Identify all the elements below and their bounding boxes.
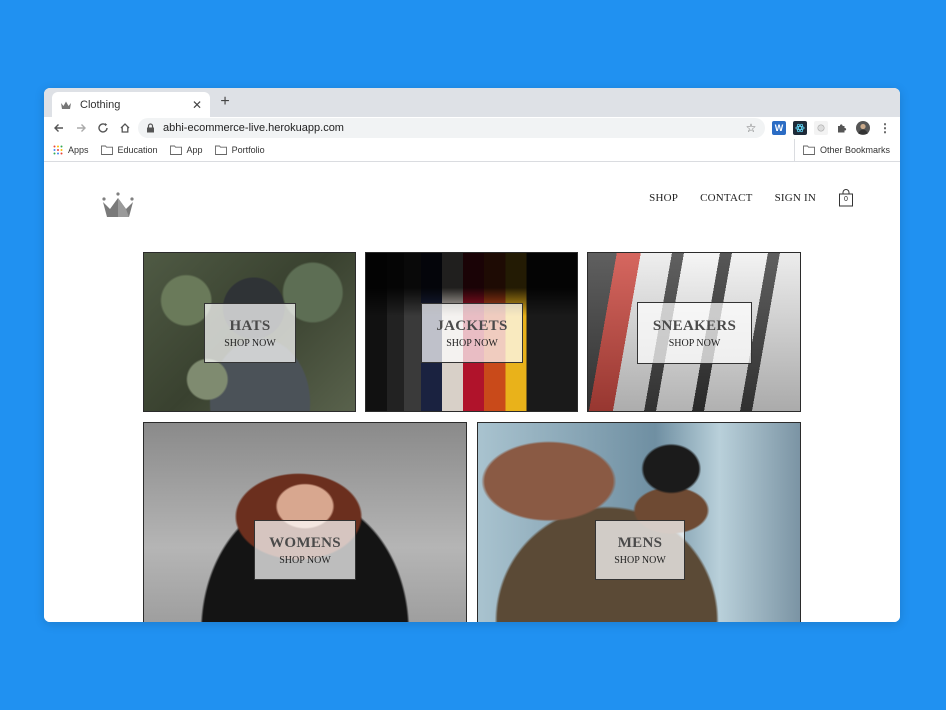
cart-count: 0: [844, 196, 848, 203]
category-title: JACKETS: [436, 317, 508, 334]
bookmark-label: Education: [117, 145, 158, 155]
home-icon[interactable]: [114, 117, 136, 139]
bookmark-portfolio[interactable]: Portfolio: [214, 145, 265, 155]
extension-icon[interactable]: [814, 121, 828, 135]
other-bookmarks[interactable]: Other Bookmarks: [793, 139, 890, 161]
category-tile-womens[interactable]: WOMENS SHOP NOW: [143, 422, 467, 622]
folder-icon: [214, 145, 227, 155]
address-bar[interactable]: abhi-ecommerce-live.herokuapp.com ☆: [138, 118, 765, 138]
shop-now-link[interactable]: SHOP NOW: [669, 338, 721, 349]
category-title: MENS: [617, 534, 663, 551]
nav-contact[interactable]: CONTACT: [700, 192, 752, 204]
react-devtools-icon[interactable]: [793, 121, 807, 135]
more-menu-icon[interactable]: ⋮: [878, 121, 892, 135]
web-page: SHOP CONTACT SIGN IN 0 HATS SHOP NOW JAC…: [44, 162, 900, 622]
profile-avatar[interactable]: [856, 121, 870, 135]
bookmark-label: App: [186, 145, 203, 155]
shop-now-link[interactable]: SHOP NOW: [224, 338, 276, 349]
category-tile-jackets[interactable]: JACKETS SHOP NOW: [365, 252, 578, 412]
crown-icon: [60, 99, 74, 111]
nav-sign-in[interactable]: SIGN IN: [775, 192, 816, 204]
bookmark-apps[interactable]: Apps: [53, 145, 89, 155]
lock-icon: [146, 123, 156, 133]
category-tile-mens[interactable]: MENS SHOP NOW: [477, 422, 801, 622]
site-nav: SHOP CONTACT SIGN IN 0: [627, 189, 854, 207]
word-extension-icon[interactable]: W: [772, 121, 786, 135]
other-bookmarks-label: Other Bookmarks: [819, 145, 890, 155]
apps-grid-icon: [53, 145, 63, 155]
category-label-box: MENS SHOP NOW: [595, 520, 685, 580]
nav-shop[interactable]: SHOP: [649, 192, 678, 204]
crown-logo-icon[interactable]: [100, 191, 136, 219]
bookmark-star-icon[interactable]: ☆: [743, 120, 759, 136]
category-tile-sneakers[interactable]: SNEAKERS SHOP NOW: [587, 252, 801, 412]
puzzle-extensions-icon[interactable]: [835, 121, 849, 135]
category-tile-hats[interactable]: HATS SHOP NOW: [143, 252, 356, 412]
folder-icon: [100, 145, 113, 155]
browser-window: Clothing ✕ + abhi-ecommerce-live.herokua…: [44, 88, 900, 622]
shop-now-link[interactable]: SHOP NOW: [446, 338, 498, 349]
tab-title: Clothing: [80, 98, 121, 111]
browser-tab[interactable]: Clothing ✕: [52, 92, 210, 117]
category-label-box: HATS SHOP NOW: [204, 303, 296, 363]
folder-icon: [169, 145, 182, 155]
bookmarks-bar: Apps Education App Portfolio Other Bookm…: [44, 139, 900, 162]
category-title: SNEAKERS: [652, 317, 737, 334]
bookmark-label: Apps: [68, 145, 89, 155]
new-tab-button[interactable]: +: [216, 93, 234, 111]
category-label-box: WOMENS SHOP NOW: [254, 520, 356, 580]
forward-icon[interactable]: [70, 117, 92, 139]
shopping-bag-icon[interactable]: 0: [838, 189, 854, 207]
bookmark-education[interactable]: Education: [100, 145, 158, 155]
back-icon[interactable]: [48, 117, 70, 139]
close-icon[interactable]: ✕: [190, 98, 204, 112]
category-title: HATS: [229, 317, 271, 334]
shop-now-link[interactable]: SHOP NOW: [614, 555, 666, 566]
category-title: WOMENS: [269, 534, 341, 551]
folder-icon: [803, 145, 815, 155]
shop-now-link[interactable]: SHOP NOW: [279, 555, 331, 566]
url-text: abhi-ecommerce-live.herokuapp.com: [163, 122, 344, 134]
tab-strip: Clothing ✕ +: [44, 88, 900, 117]
category-label-box: SNEAKERS SHOP NOW: [637, 302, 752, 364]
reload-icon[interactable]: [92, 117, 114, 139]
browser-toolbar: abhi-ecommerce-live.herokuapp.com ☆ W ⋮: [44, 117, 900, 139]
bookmark-label: Portfolio: [231, 145, 265, 155]
bookmark-app[interactable]: App: [169, 145, 203, 155]
category-label-box: JACKETS SHOP NOW: [421, 303, 523, 363]
